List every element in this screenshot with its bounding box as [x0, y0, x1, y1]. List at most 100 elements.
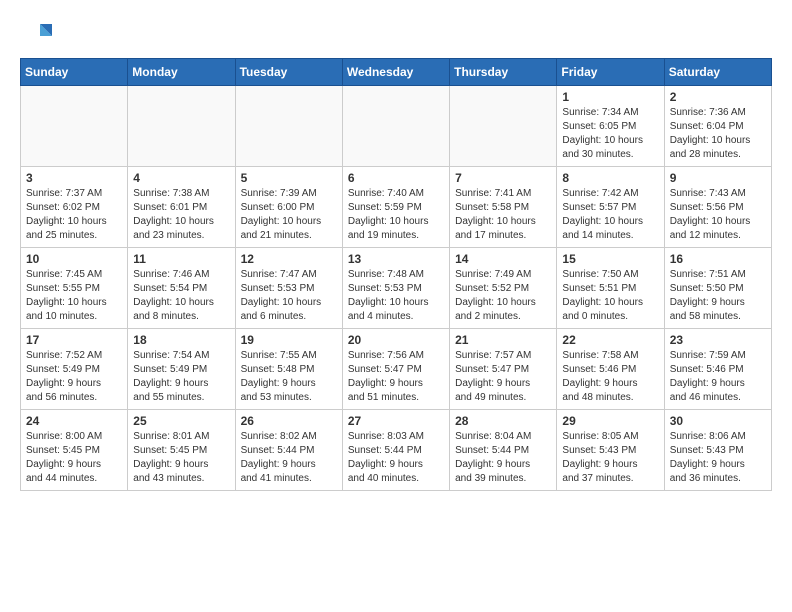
header — [20, 16, 772, 48]
calendar-cell: 22 Sunrise: 7:58 AMSunset: 5:46 PMDayligh… — [557, 329, 664, 410]
day-info: Sunrise: 7:34 AMSunset: 6:05 PMDaylight:… — [562, 106, 658, 162]
calendar-cell: 8 Sunrise: 7:42 AMSunset: 5:57 PMDaylight… — [557, 167, 664, 248]
weekday-header-wednesday: Wednesday — [342, 59, 449, 86]
day-number: 8 — [562, 171, 658, 185]
day-number: 15 — [562, 252, 658, 266]
day-number: 6 — [348, 171, 444, 185]
calendar-cell: 23 Sunrise: 7:59 AMSunset: 5:46 PMDayligh… — [664, 329, 771, 410]
page: SundayMondayTuesdayWednesdayThursdayFrid… — [0, 0, 792, 507]
calendar-cell: 2 Sunrise: 7:36 AMSunset: 6:04 PMDaylight… — [664, 86, 771, 167]
day-info: Sunrise: 8:02 AMSunset: 5:44 PMDaylight:… — [241, 430, 337, 486]
calendar-cell: 9 Sunrise: 7:43 AMSunset: 5:56 PMDaylight… — [664, 167, 771, 248]
calendar-cell: 29Sunrise: 8:05 AMSunset: 5:43 PMDayligh… — [557, 410, 664, 491]
calendar-cell: 1 Sunrise: 7:34 AMSunset: 6:05 PMDaylight… — [557, 86, 664, 167]
weekday-header-sunday: Sunday — [21, 59, 128, 86]
day-number: 4 — [133, 171, 229, 185]
day-info: Sunrise: 7:41 AMSunset: 5:58 PMDaylight:… — [455, 187, 551, 243]
calendar-cell: 16Sunrise: 7:51 AMSunset: 5:50 PMDayligh… — [664, 248, 771, 329]
logo — [20, 16, 56, 48]
calendar-cell: 18 Sunrise: 7:54 AMSunset: 5:49 PMDayligh… — [128, 329, 235, 410]
calendar-cell: 27Sunrise: 8:03 AMSunset: 5:44 PMDayligh… — [342, 410, 449, 491]
calendar-table: SundayMondayTuesdayWednesdayThursdayFrid… — [20, 58, 772, 491]
weekday-header-thursday: Thursday — [450, 59, 557, 86]
day-number: 14 — [455, 252, 551, 266]
day-info: Sunrise: 8:01 AMSunset: 5:45 PMDaylight:… — [133, 430, 229, 486]
calendar-cell: 15 Sunrise: 7:50 AMSunset: 5:51 PMDayligh… — [557, 248, 664, 329]
calendar-cell: 25 Sunrise: 8:01 AMSunset: 5:45 PMDayligh… — [128, 410, 235, 491]
day-number: 10 — [26, 252, 122, 266]
day-number: 27 — [348, 414, 444, 428]
weekday-header-tuesday: Tuesday — [235, 59, 342, 86]
calendar-cell: 3 Sunrise: 7:37 AMSunset: 6:02 PMDaylight… — [21, 167, 128, 248]
day-info: Sunrise: 7:55 AMSunset: 5:48 PMDaylight:… — [241, 349, 337, 405]
day-info: Sunrise: 7:37 AMSunset: 6:02 PMDaylight:… — [26, 187, 122, 243]
day-info: Sunrise: 7:40 AMSunset: 5:59 PMDaylight:… — [348, 187, 444, 243]
weekday-header-saturday: Saturday — [664, 59, 771, 86]
day-info: Sunrise: 7:43 AMSunset: 5:56 PMDaylight:… — [670, 187, 766, 243]
day-info: Sunrise: 7:57 AMSunset: 5:47 PMDaylight:… — [455, 349, 551, 405]
weekday-header-friday: Friday — [557, 59, 664, 86]
day-info: Sunrise: 8:00 AMSunset: 5:45 PMDaylight:… — [26, 430, 122, 486]
day-number: 20 — [348, 333, 444, 347]
day-info: Sunrise: 7:58 AMSunset: 5:46 PMDaylight:… — [562, 349, 658, 405]
day-info: Sunrise: 7:48 AMSunset: 5:53 PMDaylight:… — [348, 268, 444, 324]
day-number: 23 — [670, 333, 766, 347]
weekday-header-row: SundayMondayTuesdayWednesdayThursdayFrid… — [21, 59, 772, 86]
day-info: Sunrise: 7:46 AMSunset: 5:54 PMDaylight:… — [133, 268, 229, 324]
calendar-cell — [235, 86, 342, 167]
day-number: 11 — [133, 252, 229, 266]
calendar-cell: 21 Sunrise: 7:57 AMSunset: 5:47 PMDayligh… — [450, 329, 557, 410]
calendar-cell — [342, 86, 449, 167]
day-number: 17 — [26, 333, 122, 347]
day-info: Sunrise: 7:42 AMSunset: 5:57 PMDaylight:… — [562, 187, 658, 243]
day-info: Sunrise: 7:50 AMSunset: 5:51 PMDaylight:… — [562, 268, 658, 324]
day-number: 13 — [348, 252, 444, 266]
calendar-week-row-1: 3 Sunrise: 7:37 AMSunset: 6:02 PMDaylight… — [21, 167, 772, 248]
calendar-cell: 7 Sunrise: 7:41 AMSunset: 5:58 PMDaylight… — [450, 167, 557, 248]
calendar-cell: 28Sunrise: 8:04 AMSunset: 5:44 PMDayligh… — [450, 410, 557, 491]
day-number: 5 — [241, 171, 337, 185]
day-number: 25 — [133, 414, 229, 428]
calendar-cell: 30Sunrise: 8:06 AMSunset: 5:43 PMDayligh… — [664, 410, 771, 491]
day-number: 18 — [133, 333, 229, 347]
day-info: Sunrise: 7:49 AMSunset: 5:52 PMDaylight:… — [455, 268, 551, 324]
day-number: 24 — [26, 414, 122, 428]
calendar-cell: 19 Sunrise: 7:55 AMSunset: 5:48 PMDayligh… — [235, 329, 342, 410]
calendar-cell: 11 Sunrise: 7:46 AMSunset: 5:54 PMDayligh… — [128, 248, 235, 329]
calendar-cell: 24 Sunrise: 8:00 AMSunset: 5:45 PMDayligh… — [21, 410, 128, 491]
day-number: 1 — [562, 90, 658, 104]
calendar-cell: 6 Sunrise: 7:40 AMSunset: 5:59 PMDaylight… — [342, 167, 449, 248]
day-number: 2 — [670, 90, 766, 104]
day-number: 30 — [670, 414, 766, 428]
day-info: Sunrise: 7:45 AMSunset: 5:55 PMDaylight:… — [26, 268, 122, 324]
calendar-cell — [128, 86, 235, 167]
calendar-cell: 20 Sunrise: 7:56 AMSunset: 5:47 PMDayligh… — [342, 329, 449, 410]
day-number: 9 — [670, 171, 766, 185]
calendar-week-row-2: 10 Sunrise: 7:45 AMSunset: 5:55 PMDayligh… — [21, 248, 772, 329]
calendar-cell: 26Sunrise: 8:02 AMSunset: 5:44 PMDayligh… — [235, 410, 342, 491]
calendar-cell: 10 Sunrise: 7:45 AMSunset: 5:55 PMDayligh… — [21, 248, 128, 329]
calendar-cell: 5Sunrise: 7:39 AMSunset: 6:00 PMDaylight… — [235, 167, 342, 248]
day-info: Sunrise: 7:47 AMSunset: 5:53 PMDaylight:… — [241, 268, 337, 324]
day-number: 19 — [241, 333, 337, 347]
day-info: Sunrise: 7:36 AMSunset: 6:04 PMDaylight:… — [670, 106, 766, 162]
day-number: 21 — [455, 333, 551, 347]
calendar-cell: 14 Sunrise: 7:49 AMSunset: 5:52 PMDayligh… — [450, 248, 557, 329]
day-number: 3 — [26, 171, 122, 185]
day-info: Sunrise: 8:04 AMSunset: 5:44 PMDaylight:… — [455, 430, 551, 486]
logo-icon — [20, 16, 52, 48]
calendar-cell: 17Sunrise: 7:52 AMSunset: 5:49 PMDayligh… — [21, 329, 128, 410]
calendar-cell — [21, 86, 128, 167]
day-info: Sunrise: 7:56 AMSunset: 5:47 PMDaylight:… — [348, 349, 444, 405]
day-info: Sunrise: 7:54 AMSunset: 5:49 PMDaylight:… — [133, 349, 229, 405]
day-info: Sunrise: 8:05 AMSunset: 5:43 PMDaylight:… — [562, 430, 658, 486]
day-info: Sunrise: 7:59 AMSunset: 5:46 PMDaylight:… — [670, 349, 766, 405]
day-number: 7 — [455, 171, 551, 185]
calendar-cell: 12Sunrise: 7:47 AMSunset: 5:53 PMDayligh… — [235, 248, 342, 329]
day-number: 22 — [562, 333, 658, 347]
calendar-week-row-3: 17Sunrise: 7:52 AMSunset: 5:49 PMDayligh… — [21, 329, 772, 410]
weekday-header-monday: Monday — [128, 59, 235, 86]
calendar-cell — [450, 86, 557, 167]
day-info: Sunrise: 7:38 AMSunset: 6:01 PMDaylight:… — [133, 187, 229, 243]
calendar-cell: 4 Sunrise: 7:38 AMSunset: 6:01 PMDaylight… — [128, 167, 235, 248]
